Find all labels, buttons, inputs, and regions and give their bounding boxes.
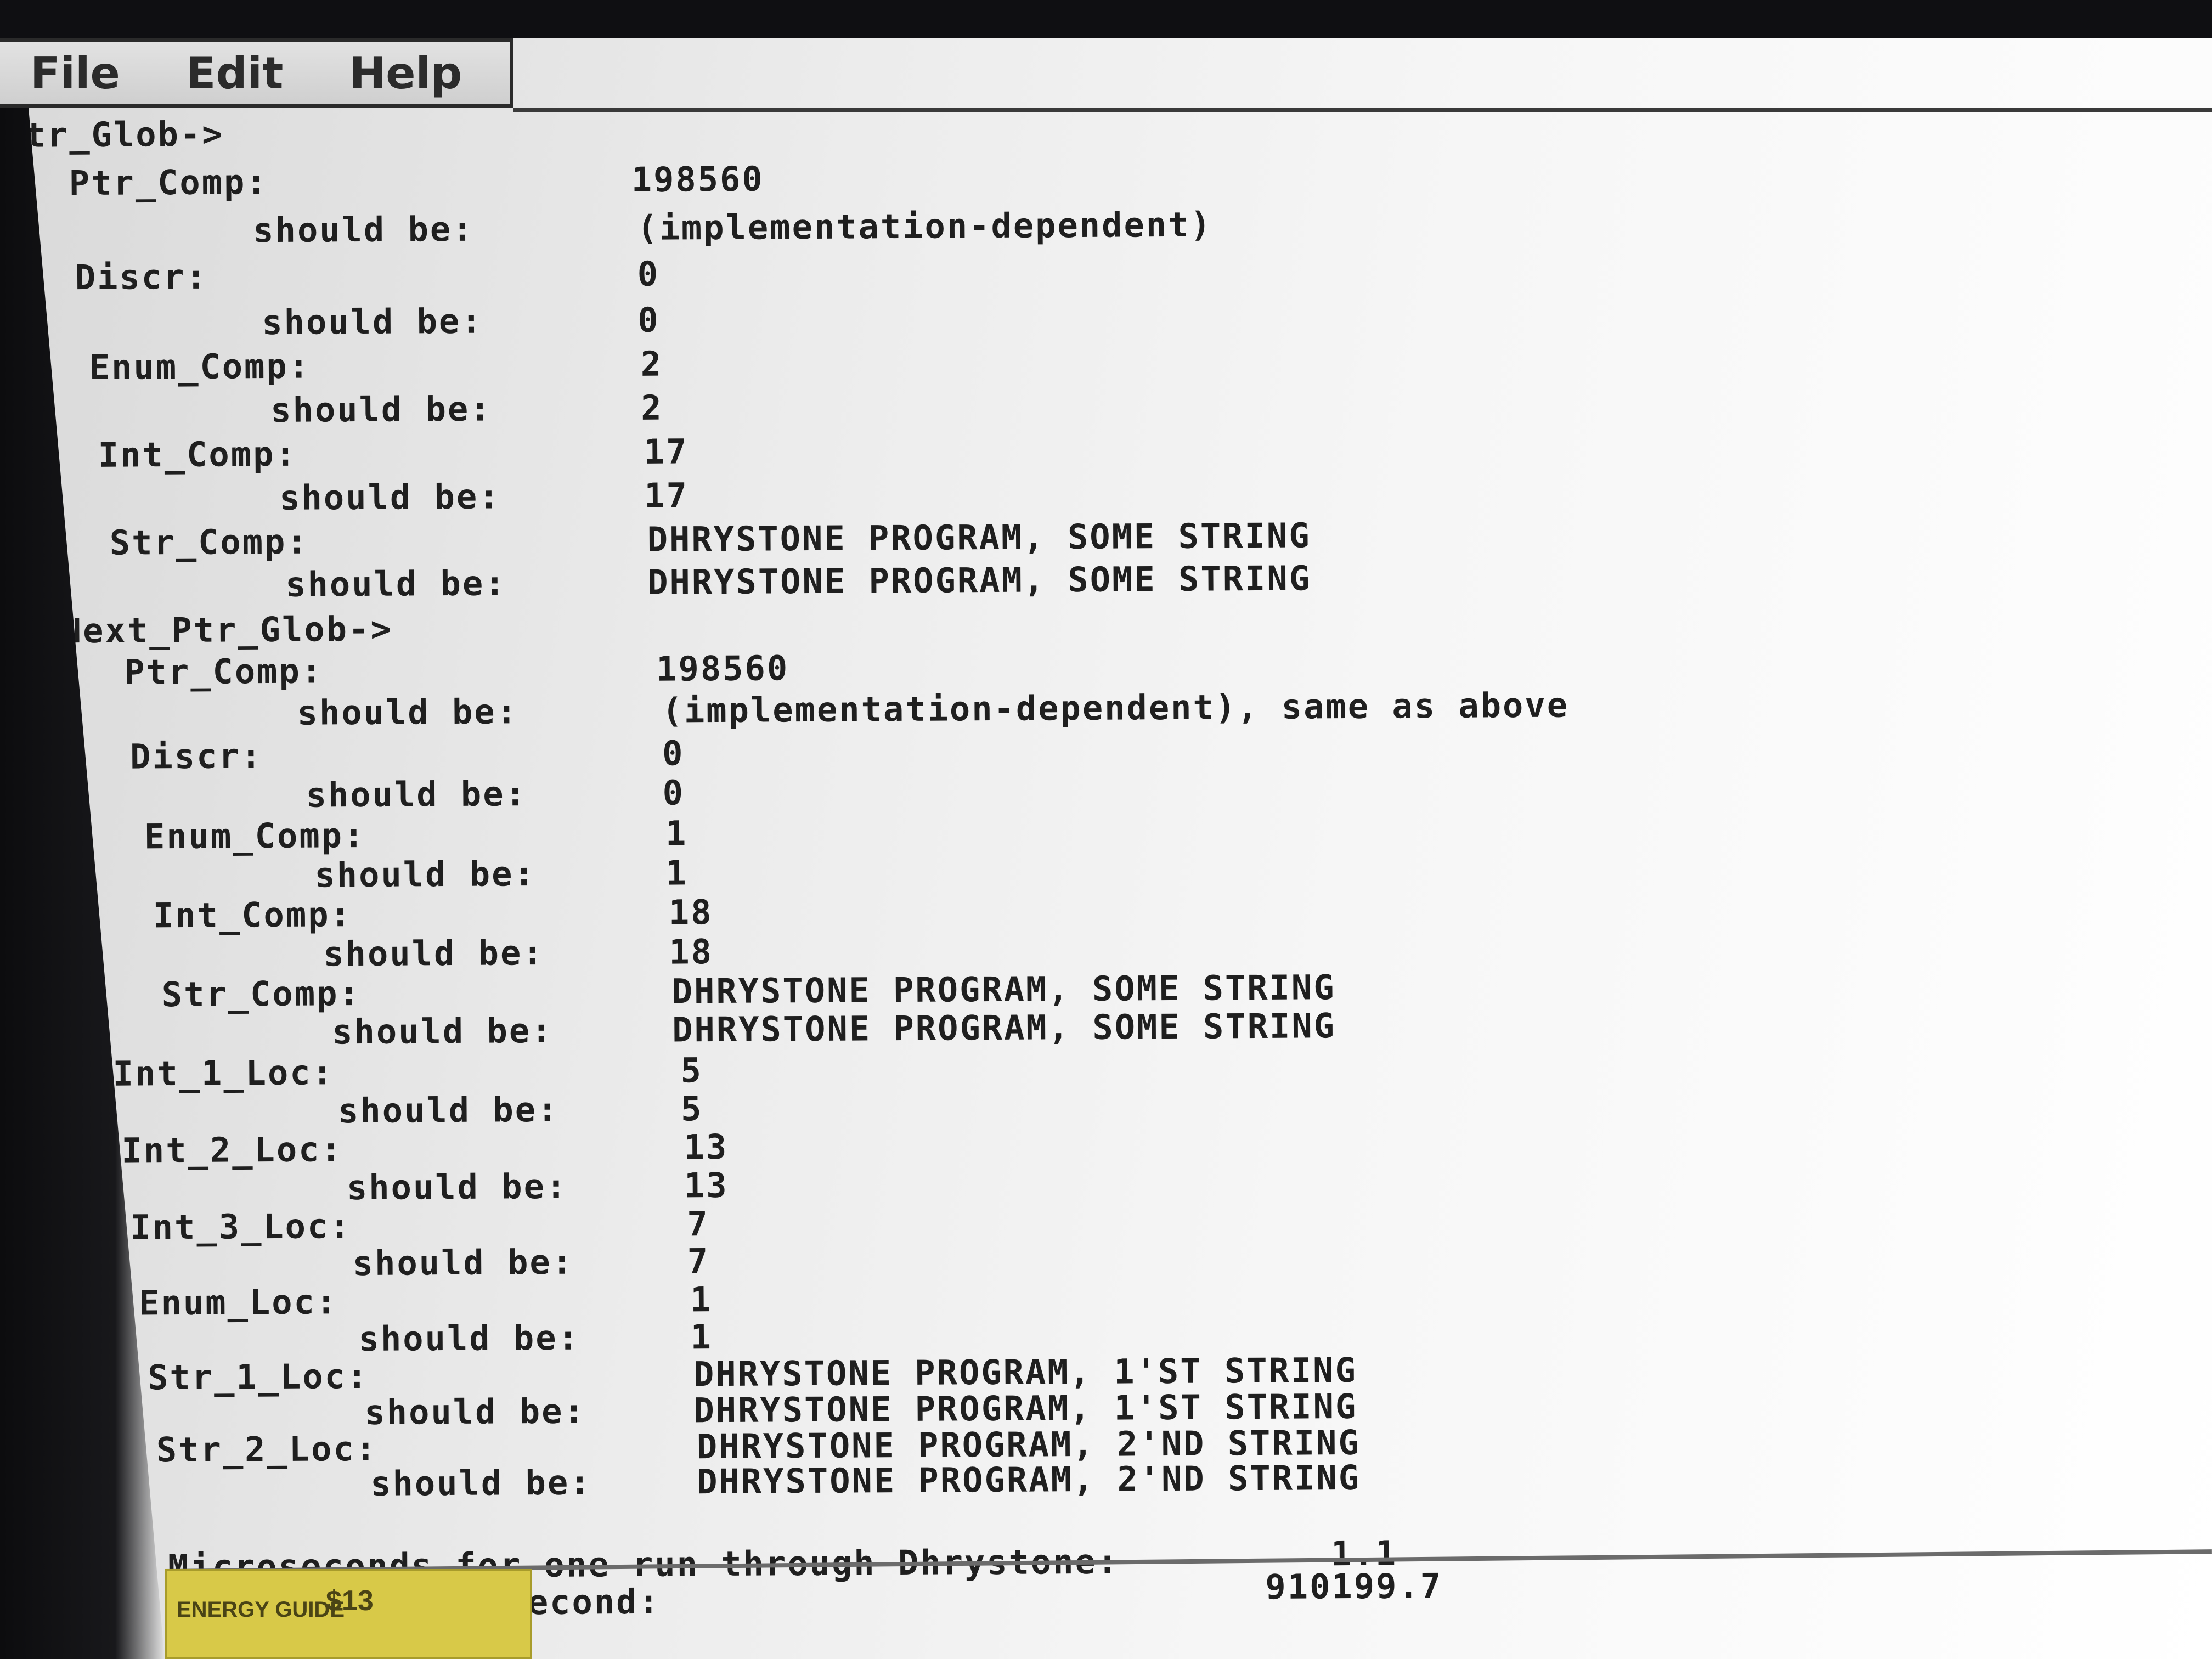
expected-label: should be: xyxy=(270,388,492,430)
program-output: Ptr_Glob-> Ptr_Comp: 198560 should be: (impl… xyxy=(0,102,2148,1625)
field-value: DHRYSTONE PROGRAM, SOME STRING xyxy=(647,515,1311,560)
field-value: 5 xyxy=(680,1050,703,1091)
field-value: DHRYSTONE PROGRAM, SOME STRING xyxy=(647,558,1312,602)
field-label: Enum_Comp: xyxy=(144,815,366,857)
field-label: Str_2_Loc: xyxy=(156,1428,378,1470)
field-value: 910199.7 xyxy=(1265,1565,1443,1607)
expected-label: should be: xyxy=(364,1391,586,1432)
field-value: 198560 xyxy=(631,159,764,200)
expected-label: should be: xyxy=(352,1242,574,1284)
field-label: Str_Comp: xyxy=(161,973,361,1015)
expected-label: should be: xyxy=(370,1462,592,1504)
record-header: Ptr_Glob-> xyxy=(2,114,224,155)
field-value: DHRYSTONE PROGRAM, SOME STRING xyxy=(672,1006,1336,1050)
field-label: Ptr_Comp: xyxy=(69,162,268,204)
expected-label: should be: xyxy=(262,301,483,343)
field-value: (implementation-dependent), same as abov… xyxy=(662,685,1570,731)
menu-edit[interactable]: Edit xyxy=(186,48,284,99)
expected-label: should be: xyxy=(346,1166,568,1208)
field-label: Int_1_Loc: xyxy=(112,1052,335,1094)
field-label: Int_3_Loc: xyxy=(130,1206,352,1248)
expected-label: should be: xyxy=(297,691,519,733)
record-header: Next_Ptr_Glob-> xyxy=(60,608,393,651)
menu-file[interactable]: File xyxy=(30,48,120,99)
field-label: Enum_Comp: xyxy=(89,346,311,388)
field-value: 17 xyxy=(644,431,689,472)
field-value: 1 xyxy=(690,1279,713,1320)
field-label: Int_Comp: xyxy=(98,433,297,475)
field-value: 7 xyxy=(687,1241,710,1282)
menu-divider xyxy=(513,108,2212,112)
field-value: 0 xyxy=(637,253,660,294)
field-value: 13 xyxy=(684,1126,729,1167)
expected-label: should be: xyxy=(314,854,536,895)
expected-label: should be: xyxy=(331,1010,554,1052)
expected-label: should be: xyxy=(285,563,507,605)
energy-guide-label: ENERGY GUIDE xyxy=(177,1598,345,1622)
energy-guide-sticker: ENERGY GUIDE $13 xyxy=(165,1569,532,1659)
field-value: 18 xyxy=(668,892,713,933)
field-value: 1 xyxy=(665,853,689,893)
field-value: 0 xyxy=(637,300,660,340)
expected-label: should be: xyxy=(337,1089,560,1131)
field-value: (implementation-dependent) xyxy=(637,204,1212,248)
field-label: Ptr_Comp: xyxy=(123,651,324,692)
expected-label: should be: xyxy=(323,932,545,974)
field-label: Enum_Loc: xyxy=(139,1282,338,1323)
field-value: 0 xyxy=(662,733,685,774)
field-label: Int_Comp: xyxy=(153,894,353,936)
field-value: 18 xyxy=(669,932,714,972)
field-value: DHRYSTONE PROGRAM, SOME STRING xyxy=(672,967,1336,1012)
field-value: 2 xyxy=(641,387,663,428)
field-value: 2 xyxy=(640,343,663,384)
field-value: 5 xyxy=(680,1088,703,1129)
field-label: Str_1_Loc: xyxy=(147,1356,369,1398)
field-label: Discr: xyxy=(129,736,263,777)
field-label: Discr: xyxy=(75,256,208,298)
field-value: 0 xyxy=(662,772,685,813)
monitor-bezel-top xyxy=(0,0,2212,38)
field-label: Int_2_Loc: xyxy=(121,1129,343,1171)
energy-guide-price: $13 xyxy=(326,1585,374,1617)
expected-label: should be: xyxy=(358,1317,580,1359)
field-label: Str_Comp: xyxy=(109,521,309,563)
field-value: 13 xyxy=(684,1165,729,1206)
expected-label: should be: xyxy=(306,774,528,815)
field-value: DHRYSTONE PROGRAM, 2'ND STRING xyxy=(697,1457,1361,1502)
menu-help[interactable]: Help xyxy=(349,48,462,99)
field-value: 7 xyxy=(687,1204,709,1244)
expected-label: should be: xyxy=(253,208,475,251)
field-value: 198560 xyxy=(656,648,789,689)
menu-bar: File Edit Help xyxy=(0,38,513,108)
expected-label: should be: xyxy=(279,476,501,518)
field-value: 17 xyxy=(644,475,689,516)
field-value: 1 xyxy=(665,813,688,854)
field-value: 1 xyxy=(690,1317,713,1357)
